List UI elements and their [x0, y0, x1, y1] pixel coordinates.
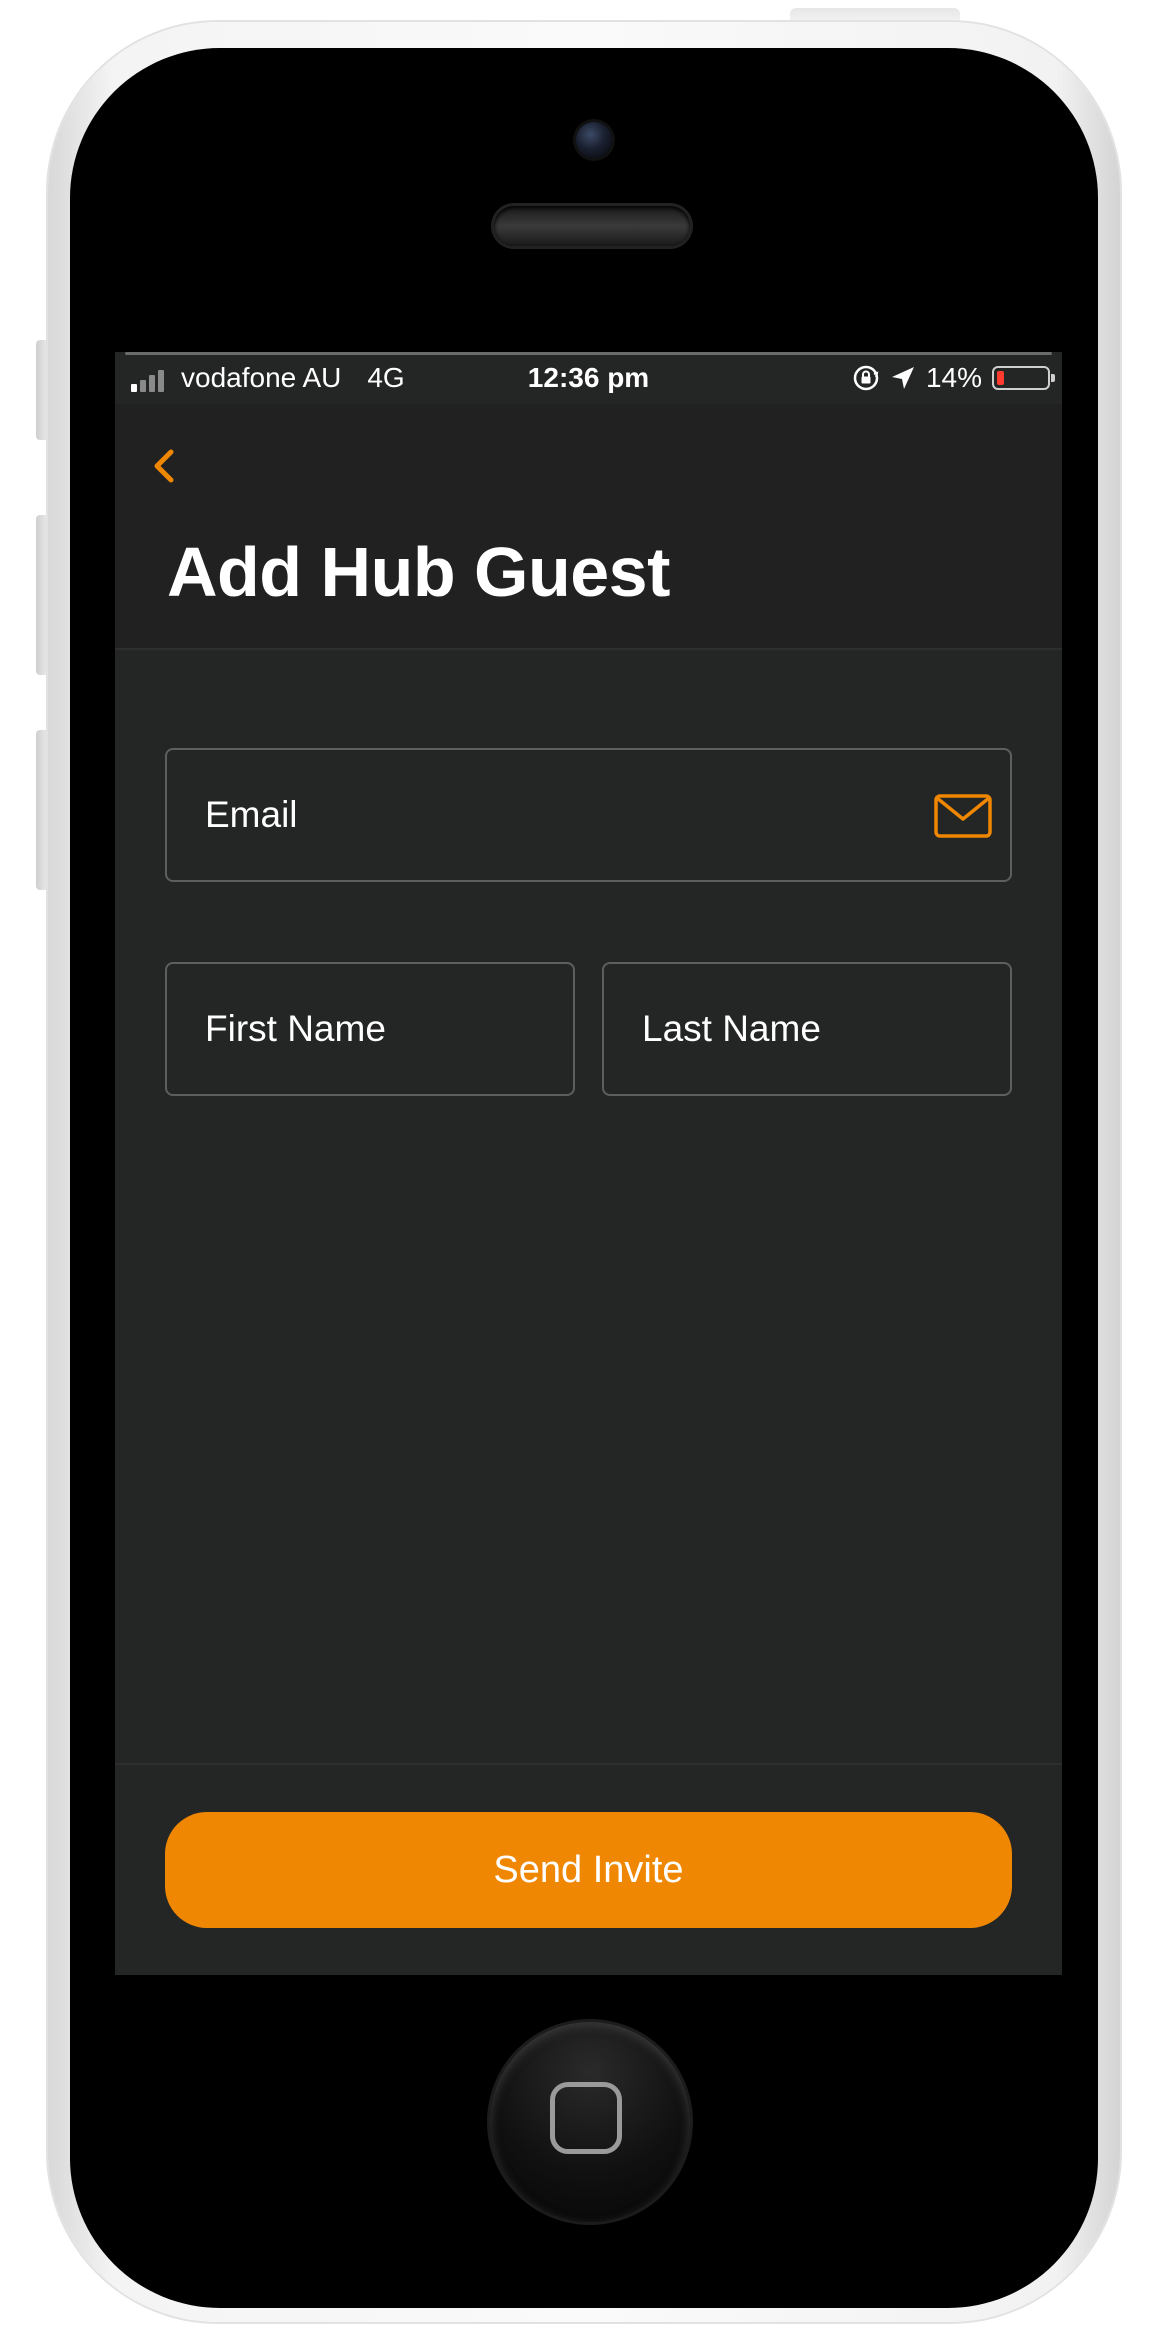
footer-divider: [115, 1763, 1062, 1765]
front-camera: [576, 122, 612, 158]
battery-percent: 14%: [925, 362, 982, 393]
last-name-field: [602, 962, 1012, 1096]
app-screen: vodafone AU 4G 12:36 pm 14% Add Hub Gues…: [115, 352, 1062, 1975]
status-indicators: 14%: [852, 362, 1055, 394]
page-title: Add Hub Guest: [167, 533, 670, 611]
last-name-input[interactable]: [642, 964, 990, 1094]
back-button[interactable]: [145, 444, 185, 488]
home-square-icon: [550, 2082, 622, 2154]
earpiece-speaker: [494, 206, 690, 246]
chevron-left-icon: [154, 449, 174, 483]
location-arrow-icon: [891, 367, 914, 389]
navigation-header: Add Hub Guest: [115, 404, 1062, 650]
envelope-icon: [934, 794, 992, 838]
send-invite-button[interactable]: Send Invite: [165, 1812, 1012, 1928]
battery-icon: [992, 366, 1055, 390]
orientation-lock-icon: [853, 365, 879, 391]
email-field: [165, 748, 1012, 882]
email-input[interactable]: [205, 750, 930, 880]
battery-tip: [1051, 374, 1055, 382]
device-frame: vodafone AU 4G 12:36 pm 14% Add Hub Gues…: [0, 0, 1168, 2333]
home-button[interactable]: [490, 2022, 690, 2222]
first-name-field: [165, 962, 575, 1096]
status-bar: vodafone AU 4G 12:36 pm 14%: [115, 352, 1062, 404]
first-name-input[interactable]: [205, 964, 553, 1094]
battery-level: [997, 371, 1004, 385]
